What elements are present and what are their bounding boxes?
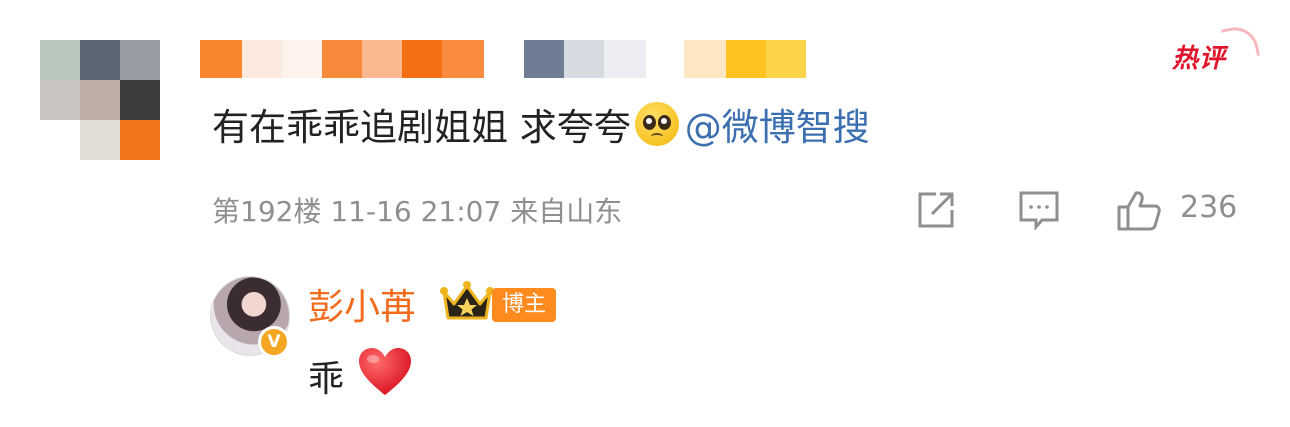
avatar-pixel — [120, 80, 160, 120]
like-count: 236 — [1180, 190, 1238, 225]
username-pixel — [684, 40, 726, 78]
hot-comment-badge: 热评 — [1172, 22, 1261, 75]
username-pixel — [200, 40, 242, 78]
username-pixel — [524, 40, 564, 78]
avatar-pixel — [40, 40, 80, 80]
username-pixel — [564, 40, 604, 78]
username-pixel — [766, 40, 806, 78]
username-pixel — [442, 40, 484, 78]
avatar-pixel — [80, 40, 120, 80]
host-badge: 博主 — [492, 288, 557, 322]
crown-icon — [440, 281, 494, 320]
avatar-pixel — [40, 80, 80, 120]
username-pixel — [282, 40, 322, 78]
comment-body: 有在乖乖追剧姐姐 求夸夸 — [212, 106, 631, 149]
comment-meta: 第192楼 11-16 21:07 来自山东 — [212, 195, 623, 228]
hot-badge-label: 热评 — [1172, 44, 1227, 74]
username-pixel — [604, 40, 646, 78]
avatar-pixel — [120, 120, 160, 160]
verified-icon: V — [258, 326, 290, 358]
avatar-pixel — [120, 40, 160, 80]
share-icon[interactable] — [916, 190, 956, 230]
like-icon[interactable] — [1116, 190, 1162, 232]
username-pixel — [402, 40, 442, 78]
red-heart-emoji — [359, 348, 411, 395]
username-pixel — [242, 40, 282, 78]
comment-text: 有在乖乖追剧姐姐 求夸夸 @微博智搜 — [212, 100, 870, 156]
comment-icon[interactable] — [1018, 190, 1060, 230]
pleading-face-emoji — [634, 102, 679, 146]
avatar-pixel — [80, 120, 120, 160]
username-pixel — [362, 40, 402, 78]
reply-username[interactable]: 彭小苒 — [308, 278, 416, 330]
flame-wing-icon — [1220, 22, 1261, 63]
avatar-pixel — [80, 80, 120, 120]
username-pixel — [322, 40, 362, 78]
mention-link[interactable]: @微博智搜 — [685, 106, 870, 149]
reply-text: 乖 — [308, 359, 345, 400]
username-pixel — [726, 40, 766, 78]
